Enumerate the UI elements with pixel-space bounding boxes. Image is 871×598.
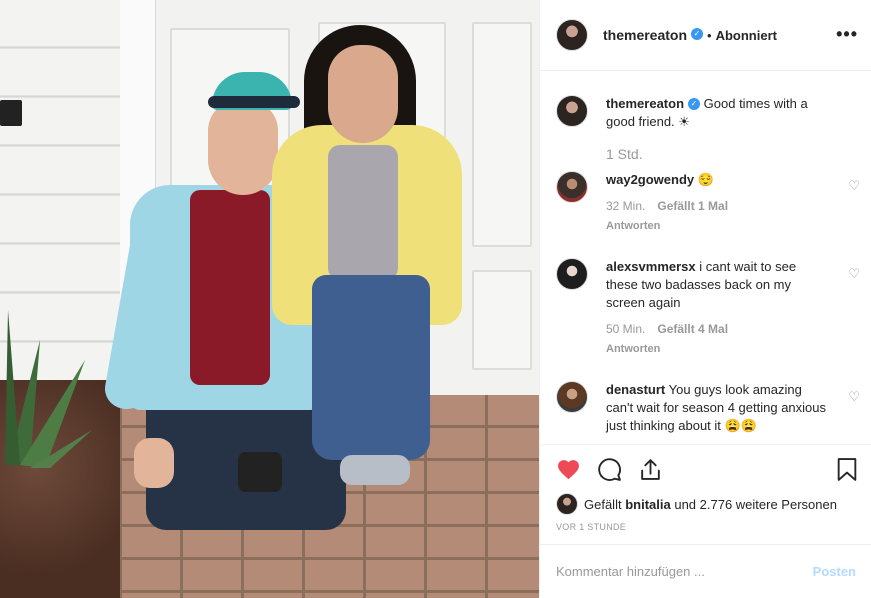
comment-username[interactable]: denasturt (606, 382, 665, 397)
avatar[interactable] (556, 381, 588, 413)
comment-time[interactable]: 32 Min. (606, 197, 645, 215)
list-item: denasturt You guys look amazing can't wa… (556, 381, 856, 435)
comment-like-heart-icon[interactable]: ♡ (848, 389, 860, 405)
garage-panel (472, 22, 532, 247)
comment-text: denasturt You guys look amazing can't wa… (606, 381, 831, 435)
comment-content: 😌 (697, 172, 714, 187)
share-icon[interactable] (638, 457, 663, 482)
comment-text: alexsvmmersx i cant wait to see these tw… (606, 258, 831, 312)
follow-status-button[interactable]: Abonniert (716, 28, 777, 43)
liked-by-prefix: Gefällt (584, 496, 622, 512)
comment-likes[interactable]: Gefällt 1 Mal (657, 197, 728, 215)
comment-input[interactable] (556, 564, 813, 579)
caption-time[interactable]: 1 Std. (606, 145, 831, 163)
man-shirt (190, 190, 270, 385)
woman-shoe (340, 455, 410, 485)
like-heart-icon[interactable] (556, 457, 581, 482)
comment-username[interactable]: way2gowendy (606, 172, 694, 187)
caption-username[interactable]: themereaton (606, 96, 684, 111)
post-actions: Gefällt bnitalia und 2.776 weitere Perso… (540, 444, 871, 544)
caption: themereaton ✓ Good times with a good frie… (556, 95, 856, 163)
liked-by: Gefällt bnitalia und 2.776 weitere Perso… (556, 493, 837, 515)
liked-by-suffix[interactable]: und 2.776 weitere Personen (674, 497, 837, 512)
agave-plant (5, 310, 92, 468)
avatar[interactable] (556, 493, 578, 515)
comment-username[interactable]: alexsvmmersx (606, 259, 696, 274)
verified-badge-icon: ✓ (688, 97, 701, 110)
woman-face (328, 45, 398, 143)
woman-jeans (312, 275, 430, 460)
bookmark-icon[interactable] (836, 457, 858, 482)
list-item: way2gowendy 😌 32 Min. Gefällt 1 Mal Antw… (556, 171, 856, 235)
post-comment-button[interactable]: Posten (813, 564, 856, 579)
post-timestamp[interactable]: VOR 1 STUNDE (556, 522, 626, 532)
comment-body: denasturt You guys look amazing can't wa… (606, 381, 831, 435)
comment-body: alexsvmmersx i cant wait to see these tw… (606, 258, 831, 358)
liked-by-user[interactable]: bnitalia (625, 497, 671, 512)
header-username[interactable]: themereaton (603, 27, 687, 43)
person-woman (262, 25, 472, 495)
action-icons (556, 457, 663, 482)
more-options-icon[interactable]: ••• (836, 24, 858, 45)
comment-like-heart-icon[interactable]: ♡ (848, 178, 860, 194)
woman-top (328, 145, 398, 280)
comments-list[interactable]: themereaton ✓ Good times with a good frie… (540, 71, 871, 444)
header-separator: • (707, 27, 712, 43)
list-item: alexsvmmersx i cant wait to see these tw… (556, 258, 856, 358)
garage-panel (472, 270, 532, 370)
post-header: themereaton ✓ • Abonniert ••• (540, 0, 871, 71)
comment-body: way2gowendy 😌 32 Min. Gefällt 1 Mal Antw… (606, 171, 831, 235)
post-side-panel: themereaton ✓ • Abonniert ••• themereato… (539, 0, 871, 598)
comment-meta: 32 Min. Gefällt 1 Mal (606, 197, 831, 215)
comment-meta: 50 Min. Gefällt 4 Mal (606, 320, 831, 338)
avatar[interactable] (556, 95, 588, 127)
man-hand (134, 438, 174, 488)
caption-text: themereaton ✓ Good times with a good frie… (606, 95, 831, 131)
liked-by-text: Gefällt bnitalia und 2.776 weitere Perso… (584, 497, 837, 512)
comment-time[interactable]: 50 Min. (606, 320, 645, 338)
wall-vent (0, 100, 22, 126)
avatar[interactable] (556, 258, 588, 290)
comment-text: way2gowendy 😌 (606, 171, 831, 189)
comment-icon[interactable] (597, 457, 622, 482)
caption-body: themereaton ✓ Good times with a good frie… (606, 95, 831, 163)
reply-button[interactable]: Antworten (606, 217, 831, 235)
post-photo[interactable] (0, 0, 539, 598)
add-comment-bar: Posten (540, 544, 871, 598)
verified-badge-icon: ✓ (691, 28, 704, 40)
comment-likes[interactable]: Gefällt 4 Mal (657, 320, 728, 338)
avatar[interactable] (556, 19, 588, 51)
avatar[interactable] (556, 171, 588, 203)
reply-button[interactable]: Antworten (606, 340, 831, 358)
comment-like-heart-icon[interactable]: ♡ (848, 266, 860, 282)
